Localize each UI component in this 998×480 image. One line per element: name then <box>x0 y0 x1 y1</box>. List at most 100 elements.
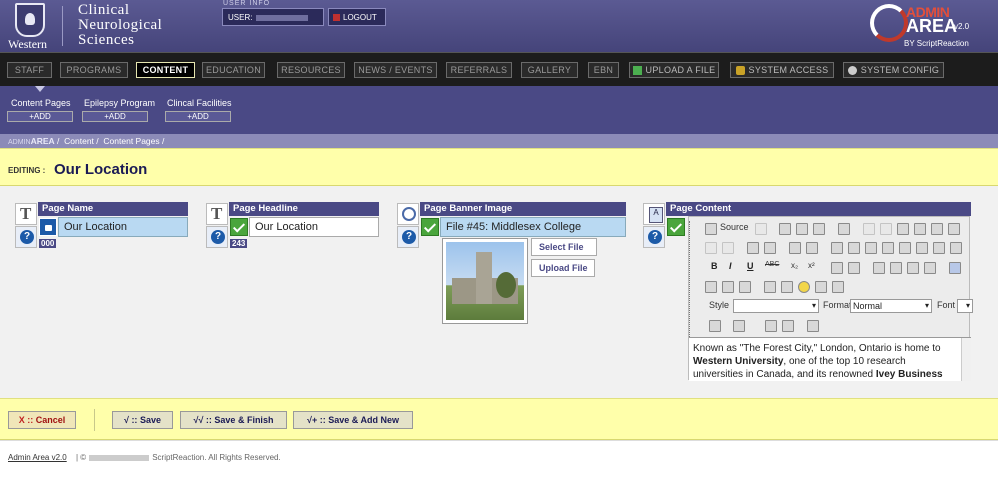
cut-icon[interactable] <box>863 223 875 235</box>
save-finish-button[interactable]: √√ :: Save & Finish <box>180 411 287 429</box>
textarea-icon[interactable] <box>899 242 911 254</box>
maximize-icon[interactable] <box>765 320 777 332</box>
templates-icon[interactable] <box>755 223 767 235</box>
source-button[interactable]: Source <box>720 222 749 232</box>
content-textarea[interactable]: Known as "The Forest City," London, Onta… <box>689 337 971 381</box>
nav-programs[interactable]: PROGRAMS <box>60 62 128 78</box>
subnav-clinical-facilities-add[interactable]: +ADD <box>165 111 231 122</box>
link-icon[interactable] <box>705 281 717 293</box>
help-icon[interactable] <box>643 226 665 248</box>
subnav-content-pages[interactable]: Content Pages <box>11 98 71 108</box>
nav-education[interactable]: EDUCATION <box>202 62 265 78</box>
subnav-clinical-facilities[interactable]: Clincal Facilities <box>167 98 232 108</box>
justify-left-icon[interactable] <box>949 262 961 274</box>
save-icon[interactable] <box>779 223 791 235</box>
image-icon[interactable] <box>764 281 776 293</box>
style-select[interactable] <box>733 299 819 313</box>
italic-button[interactable]: I <box>729 261 732 271</box>
redo-icon[interactable] <box>722 242 734 254</box>
replace-icon[interactable] <box>764 242 776 254</box>
new-page-icon[interactable] <box>796 223 808 235</box>
font-select[interactable] <box>957 299 973 313</box>
form-icon[interactable] <box>831 242 843 254</box>
anchor-icon[interactable] <box>739 281 751 293</box>
div-container-icon[interactable] <box>924 262 936 274</box>
copy-icon[interactable] <box>880 223 892 235</box>
subnav-content-pages-add[interactable]: +ADD <box>7 111 73 122</box>
checkbox-icon[interactable] <box>848 242 860 254</box>
breadcrumb-content-pages[interactable]: Content Pages <box>103 136 159 146</box>
nav-staff[interactable]: STAFF <box>7 62 52 78</box>
find-icon[interactable] <box>747 242 759 254</box>
spellcheck-icon[interactable] <box>948 223 960 235</box>
superscript-button[interactable]: x² <box>808 261 815 270</box>
select-file-button[interactable]: Select File <box>531 238 597 256</box>
page-content-label: Page Content <box>666 202 971 216</box>
nav-system-access[interactable]: SYSTEM ACCESS <box>730 62 834 78</box>
unlink-icon[interactable] <box>722 281 734 293</box>
banner-thumbnail[interactable] <box>442 238 528 324</box>
strike-button[interactable]: ABC <box>765 261 779 268</box>
outdent-icon[interactable] <box>873 262 885 274</box>
text-color-icon[interactable] <box>709 320 721 332</box>
logout-button[interactable]: LOGOUT <box>328 8 386 26</box>
paste-word-icon[interactable] <box>931 223 943 235</box>
upload-file-button[interactable]: Upload File <box>531 259 595 277</box>
preview-icon[interactable] <box>813 223 825 235</box>
numbered-list-icon[interactable] <box>831 262 843 274</box>
help-icon[interactable] <box>397 226 419 248</box>
blockquote-icon[interactable] <box>907 262 919 274</box>
subnav-epilepsy-program[interactable]: Epilepsy Program <box>84 98 155 108</box>
nav-content[interactable]: CONTENT <box>136 62 195 78</box>
save-check-icon: √ :: <box>124 415 138 425</box>
hidden-field-icon[interactable] <box>950 242 962 254</box>
cancel-button[interactable]: X :: Cancel <box>8 411 76 429</box>
smiley-icon[interactable] <box>798 281 810 293</box>
radio-icon[interactable] <box>865 242 877 254</box>
undo-icon[interactable] <box>705 242 717 254</box>
nav-ebn[interactable]: EBN <box>588 62 619 78</box>
button-icon[interactable] <box>933 242 945 254</box>
page-banner-field[interactable]: File #45: Middlesex College <box>440 217 626 237</box>
show-blocks-icon[interactable] <box>782 320 794 332</box>
subscript-button[interactable]: x₂ <box>791 261 798 270</box>
save-add-new-button[interactable]: √+ :: Save & Add New <box>293 411 413 429</box>
textarea-scrollbar[interactable] <box>961 338 971 381</box>
bullet-list-icon[interactable] <box>848 262 860 274</box>
help-icon[interactable] <box>206 226 228 248</box>
nav-system-config[interactable]: SYSTEM CONFIG <box>843 62 944 78</box>
underline-button[interactable]: U <box>747 261 754 271</box>
western-shield-icon[interactable] <box>15 3 45 37</box>
select-all-icon[interactable] <box>789 242 801 254</box>
format-select[interactable]: Normal <box>850 299 932 313</box>
page-name-field[interactable]: Our Location <box>58 217 188 237</box>
paste-icon[interactable] <box>897 223 909 235</box>
content-text-1: Known as "The Forest City," London, Onta… <box>693 343 941 354</box>
subnav-epilepsy-program-add[interactable]: +ADD <box>82 111 148 122</box>
remove-format-icon[interactable] <box>806 242 818 254</box>
source-icon[interactable] <box>705 223 717 235</box>
bold-button[interactable]: B <box>711 261 718 271</box>
nav-news-events[interactable]: NEWS / EVENTS <box>354 62 437 78</box>
print-icon[interactable] <box>838 223 850 235</box>
nav-gallery[interactable]: GALLERY <box>521 62 578 78</box>
select-icon[interactable] <box>916 242 928 254</box>
page-break-icon[interactable] <box>832 281 844 293</box>
paste-text-icon[interactable] <box>914 223 926 235</box>
breadcrumb-admin[interactable]: ADMIN <box>8 139 31 146</box>
help-icon[interactable] <box>15 226 37 248</box>
nav-resources[interactable]: RESOURCES <box>277 62 345 78</box>
breadcrumb-area[interactable]: AREA <box>31 136 55 146</box>
indent-icon[interactable] <box>890 262 902 274</box>
table-icon[interactable] <box>781 281 793 293</box>
nav-upload-file[interactable]: UPLOAD A FILE <box>629 62 719 78</box>
admin-area-link[interactable]: Admin Area v2.0 <box>8 453 67 462</box>
special-char-icon[interactable] <box>815 281 827 293</box>
page-headline-field[interactable]: Our Location <box>249 217 379 237</box>
bg-color-icon[interactable] <box>733 320 745 332</box>
about-icon[interactable] <box>807 320 819 332</box>
breadcrumb-content[interactable]: Content <box>64 136 94 146</box>
nav-referrals[interactable]: REFERRALS <box>446 62 512 78</box>
save-button[interactable]: √ :: Save <box>112 411 173 429</box>
textfield-icon[interactable] <box>882 242 894 254</box>
